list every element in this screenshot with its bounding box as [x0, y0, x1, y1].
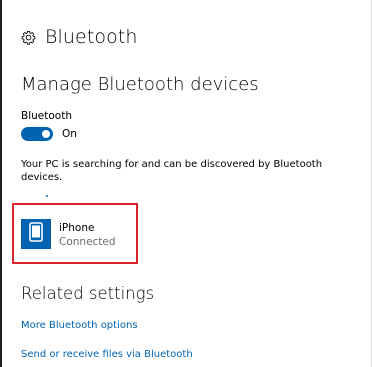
discoverable-status-text: Your PC is searching for and can be disc…: [21, 159, 323, 183]
bluetooth-toggle-row: On: [21, 127, 77, 141]
searching-progress-dot: [46, 195, 48, 197]
device-info: iPhone Connected: [59, 219, 116, 249]
page-header: Bluetooth: [20, 26, 138, 48]
device-item-iphone[interactable]: iPhone Connected: [21, 219, 116, 249]
manage-devices-heading: Manage Bluetooth devices: [21, 74, 259, 95]
toggle-state-label: On: [62, 128, 77, 140]
settings-window: Bluetooth Manage Bluetooth devices Bluet…: [0, 0, 372, 367]
device-tile: [21, 219, 51, 249]
bluetooth-toggle[interactable]: [21, 127, 53, 141]
send-receive-files-link[interactable]: Send or receive files via Bluetooth: [21, 349, 193, 360]
window-left-border: [0, 0, 2, 367]
gear-icon: [20, 30, 36, 46]
more-bluetooth-options-link[interactable]: More Bluetooth options: [21, 320, 138, 331]
bluetooth-toggle-label: Bluetooth: [21, 110, 72, 122]
phone-icon: [29, 222, 43, 246]
related-settings-heading: Related settings: [21, 284, 155, 303]
toggle-knob: [42, 130, 50, 138]
device-name: iPhone: [59, 222, 95, 234]
device-status: Connected: [59, 236, 116, 248]
page-title: Bluetooth: [45, 26, 138, 48]
